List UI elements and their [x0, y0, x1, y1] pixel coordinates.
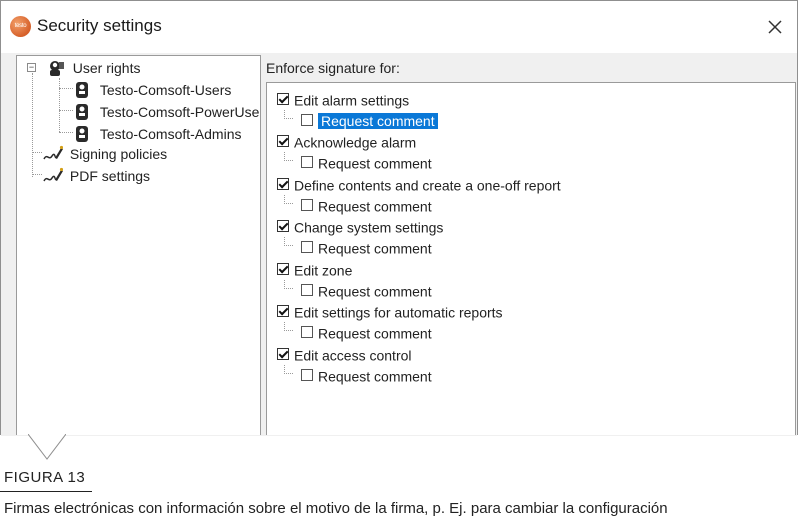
sub-option-request-comment[interactable]: Request comment [301, 365, 432, 385]
request-comment-label: Request comment [318, 368, 432, 385]
option-checkbox[interactable] [277, 93, 289, 106]
tree-item-comsoft-powerusers[interactable]: Testo-Comsoft-PowerUse [73, 101, 259, 121]
sub-option-request-comment[interactable]: Request comment [301, 195, 432, 215]
title-bar: testo Security settings [1, 1, 797, 53]
option-acknowledge-alarm[interactable]: Acknowledge alarm [277, 131, 416, 151]
tree-item-label: Testo-Comsoft-Admins [99, 126, 242, 143]
figure-divider [0, 491, 92, 492]
tree-item-label: Testo-Comsoft-PowerUse [99, 104, 260, 121]
callout-pointer [28, 434, 66, 460]
close-icon [768, 20, 782, 34]
signature-pen-icon [43, 145, 64, 163]
tree-connector [284, 110, 293, 119]
option-checkbox[interactable] [277, 220, 289, 233]
request-comment-label: Request comment [318, 240, 432, 257]
option-label: Acknowledge alarm [294, 134, 417, 151]
tree-connector [284, 322, 293, 331]
request-comment-label: Request comment [318, 325, 432, 342]
settings-tree[interactable]: − User rights Testo-Comsoft-Users Testo-… [16, 55, 261, 435]
tree-item-comsoft-admins[interactable]: Testo-Comsoft-Admins [73, 123, 241, 143]
request-comment-checkbox[interactable] [301, 114, 313, 127]
tree-connector [284, 237, 293, 246]
sub-option-request-comment[interactable]: Request comment [301, 152, 432, 172]
testo-logo-icon: testo [10, 16, 31, 37]
option-label: Define contents and create a one-off rep… [294, 177, 561, 194]
tree-item-label: Testo-Comsoft-Users [99, 82, 232, 99]
tree-item-user-rights[interactable]: − User rights [27, 57, 140, 77]
request-comment-label: Request comment [318, 155, 432, 172]
tree-connector [284, 365, 293, 374]
request-comment-checkbox[interactable] [301, 284, 313, 297]
option-label: Change system settings [294, 219, 444, 236]
user-group-icon [73, 103, 93, 121]
option-edit-alarm-settings[interactable]: Edit alarm settings [277, 89, 409, 109]
request-comment-checkbox[interactable] [301, 241, 313, 254]
tree-connector [284, 152, 293, 161]
option-label: Edit alarm settings [294, 92, 410, 109]
option-label: Edit zone [294, 262, 353, 279]
figure-number: FIGURA 13 [4, 469, 86, 486]
tree-item-pdf-settings[interactable]: PDF settings [43, 165, 150, 185]
tree-connector [32, 174, 42, 175]
tree-connector [284, 280, 293, 289]
option-edit-zone[interactable]: Edit zone [277, 259, 352, 279]
option-checkbox[interactable] [277, 263, 289, 276]
option-checkbox[interactable] [277, 135, 289, 148]
option-checkbox[interactable] [277, 348, 289, 361]
user-group-icon [73, 81, 93, 99]
close-button[interactable] [761, 13, 789, 41]
request-comment-checkbox[interactable] [301, 326, 313, 339]
enforce-signature-list: Edit alarm settings Request comment Ackn… [266, 82, 796, 435]
tree-item-signing-policies[interactable]: Signing policies [43, 143, 167, 163]
option-label: Edit access control [294, 347, 412, 364]
sub-option-request-comment[interactable]: Request comment [301, 237, 432, 257]
request-comment-label: Request comment [318, 113, 438, 130]
dialog-title: Security settings [37, 16, 162, 35]
tree-item-comsoft-users[interactable]: Testo-Comsoft-Users [73, 79, 231, 99]
tree-connector [284, 195, 293, 204]
collapse-toggle[interactable]: − [27, 63, 36, 72]
tree-connector [59, 110, 73, 111]
option-define-contents-report[interactable]: Define contents and create a one-off rep… [277, 174, 561, 194]
option-change-system-settings[interactable]: Change system settings [277, 216, 443, 236]
tree-item-label: PDF settings [69, 168, 151, 185]
user-group-icon [73, 125, 93, 143]
option-checkbox[interactable] [277, 178, 289, 191]
request-comment-label: Request comment [318, 198, 432, 215]
sub-option-request-comment[interactable]: Request comment [301, 322, 432, 342]
tree-connector [59, 132, 73, 133]
tree-item-label: User rights [72, 60, 141, 77]
tree-item-label: Signing policies [69, 146, 168, 163]
signature-pen-icon [43, 167, 64, 185]
user-rights-icon [46, 59, 66, 77]
option-edit-automatic-reports[interactable]: Edit settings for automatic reports [277, 301, 503, 321]
figure-caption: Firmas electrónicas con información sobr… [4, 500, 668, 517]
request-comment-checkbox[interactable] [301, 199, 313, 212]
tree-connector [59, 88, 73, 89]
tree-connector [32, 152, 42, 153]
option-label: Edit settings for automatic reports [294, 304, 503, 321]
request-comment-checkbox[interactable] [301, 156, 313, 169]
tree-connector [32, 73, 33, 177]
tree-connector [59, 78, 60, 132]
enforce-signature-heading: Enforce signature for: [266, 60, 400, 76]
sub-option-request-comment[interactable]: Request comment [301, 110, 438, 130]
request-comment-checkbox[interactable] [301, 369, 313, 382]
sub-option-request-comment[interactable]: Request comment [301, 280, 432, 300]
option-checkbox[interactable] [277, 305, 289, 318]
request-comment-label: Request comment [318, 283, 432, 300]
option-edit-access-control[interactable]: Edit access control [277, 344, 412, 364]
